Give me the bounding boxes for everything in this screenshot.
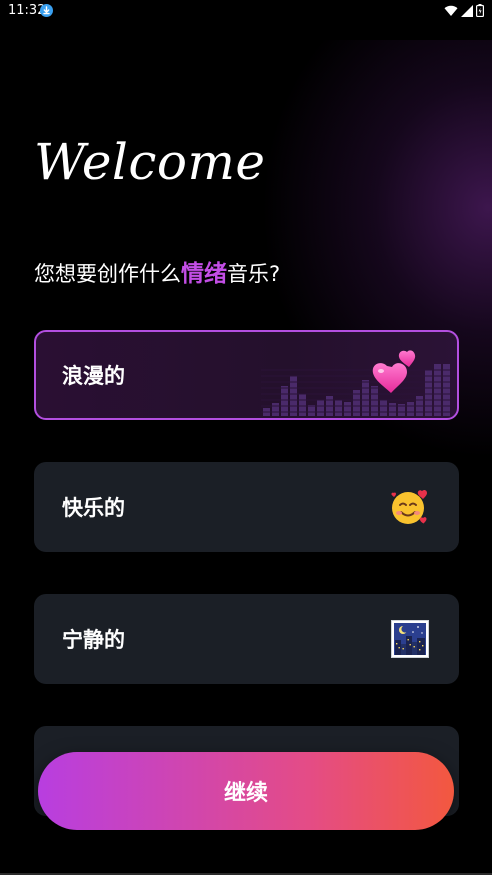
mood-option-label: 浪漫的 <box>62 364 125 388</box>
mood-selection-screen: 11:32 Welcome 您想要创作什么情绪音乐? 浪漫的 快乐的 宁静的 继… <box>0 0 492 875</box>
night-city-icon <box>391 620 429 658</box>
download-icon <box>40 4 53 17</box>
two-hearts-icon <box>372 350 416 393</box>
mood-option-happy[interactable]: 快乐的 <box>34 462 459 552</box>
mood-option-label: 宁静的 <box>62 628 125 652</box>
mood-option-calm[interactable]: 宁静的 <box>34 594 459 684</box>
welcome-title: Welcome <box>34 133 266 191</box>
mood-prompt: 您想要创作什么情绪音乐? <box>34 254 280 288</box>
prompt-text-after: 音乐? <box>227 262 281 286</box>
prompt-highlight: 情绪 <box>181 261 227 287</box>
mood-option-romantic[interactable]: 浪漫的 <box>34 330 459 420</box>
signal-icon <box>461 4 473 17</box>
battery-icon <box>476 4 484 17</box>
continue-button[interactable]: 继续 <box>38 752 454 830</box>
status-bar: 11:32 <box>0 0 492 22</box>
prompt-text-before: 您想要创作什么 <box>34 262 181 286</box>
wifi-icon <box>444 5 458 16</box>
mood-option-label: 快乐的 <box>62 496 125 520</box>
status-icons <box>444 4 484 17</box>
smiling-face-with-hearts-icon <box>391 489 427 524</box>
